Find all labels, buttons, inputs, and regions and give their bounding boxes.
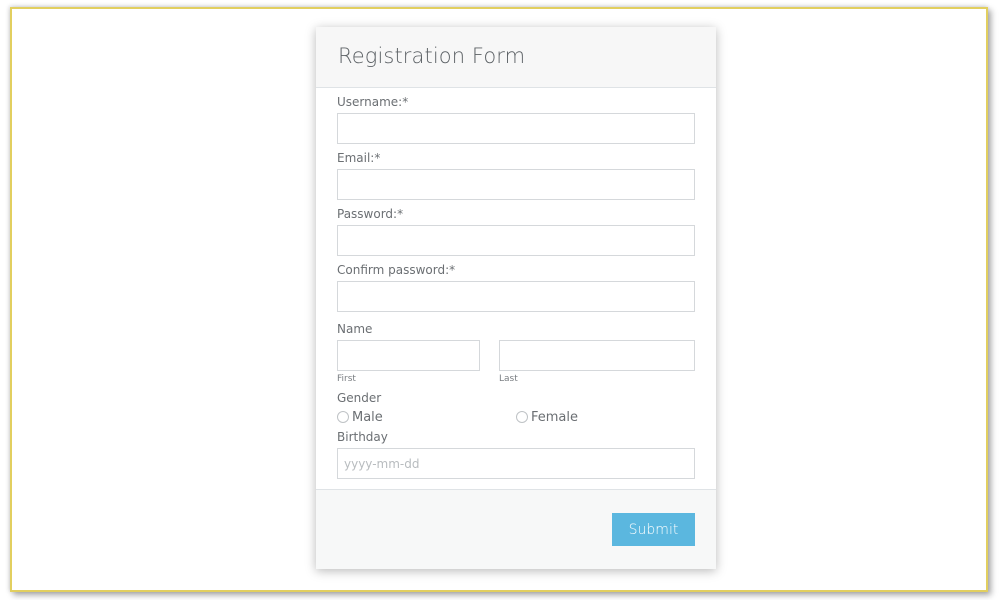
name-label: Name	[337, 322, 373, 336]
username-input[interactable]	[337, 113, 695, 144]
confirm-password-input[interactable]	[337, 281, 695, 312]
first-name-group: First	[337, 340, 480, 390]
first-name-sublabel: First	[337, 374, 356, 384]
email-label: Email:*	[337, 151, 381, 165]
first-name-input[interactable]	[337, 340, 480, 371]
confirm-password-label: Confirm password:*	[337, 263, 456, 277]
gender-option-male[interactable]: Male	[337, 410, 516, 425]
birthday-label: Birthday	[337, 430, 388, 444]
username-label: Username:*	[337, 95, 409, 109]
gender-option-male-label: Male	[352, 409, 383, 425]
radio-button-male[interactable]	[337, 411, 349, 423]
gender-option-female-label: Female	[531, 409, 579, 425]
submit-button[interactable]: Submit	[612, 513, 695, 546]
gender-radio-group: Male Female	[337, 405, 695, 429]
password-input[interactable]	[337, 225, 695, 256]
gender-option-female[interactable]: Female	[516, 410, 578, 425]
form-title: Registration Form	[338, 44, 526, 68]
gender-label: Gender	[337, 391, 382, 405]
password-label: Password:*	[337, 207, 404, 221]
registration-form-card: Registration Form Username:* Email:* Pas…	[316, 27, 716, 569]
registration-form: Username:* Email:* Password:* Confirm pa…	[316, 88, 716, 490]
last-name-sublabel: Last	[499, 374, 518, 384]
birthday-input[interactable]	[337, 448, 695, 479]
last-name-input[interactable]	[499, 340, 695, 371]
form-footer: Submit	[316, 489, 716, 569]
radio-button-female[interactable]	[516, 411, 528, 423]
email-input[interactable]	[337, 169, 695, 200]
last-name-group: Last	[499, 340, 695, 390]
name-row: First Last	[337, 340, 695, 390]
form-header: Registration Form	[316, 27, 716, 88]
